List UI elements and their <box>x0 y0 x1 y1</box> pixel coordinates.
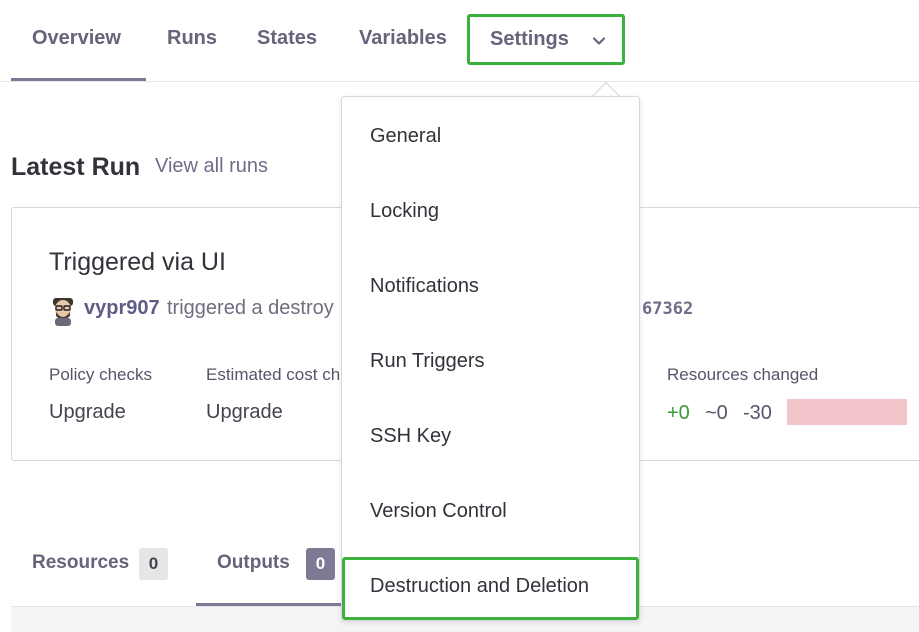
workspace-nav: Overview Runs States Variables Settings <box>0 0 919 82</box>
policy-checks-label: Policy checks <box>49 365 152 384</box>
tab-outputs[interactable]: Outputs <box>217 552 290 574</box>
run-description: triggered a destroy <box>167 297 334 319</box>
tab-variables[interactable]: Variables <box>359 27 447 55</box>
settings-tab-label: Settings <box>490 28 569 50</box>
resources-changed-label: Resources changed <box>667 365 819 384</box>
run-title: Triggered via UI <box>49 248 226 276</box>
tab-settings[interactable]: Settings <box>467 14 625 65</box>
tab-runs[interactable]: Runs <box>167 27 217 55</box>
estimated-cost-value[interactable]: Upgrade <box>206 401 283 424</box>
run-id[interactable]: 67362 <box>642 299 693 319</box>
menu-item-ssh-key[interactable]: SSH Key <box>370 425 451 448</box>
menu-item-run-triggers[interactable]: Run Triggers <box>370 350 485 373</box>
chevron-down-icon <box>591 32 607 48</box>
menu-item-general[interactable]: General <box>370 125 441 148</box>
menu-item-locking[interactable]: Locking <box>370 200 439 223</box>
tab-overview[interactable]: Overview <box>32 27 121 55</box>
resources-count-badge: 0 <box>139 548 168 580</box>
resources-added: +0 <box>667 402 690 424</box>
tab-resources[interactable]: Resources <box>32 552 129 574</box>
policy-checks-value[interactable]: Upgrade <box>49 401 126 424</box>
estimated-cost-label: Estimated cost ch <box>206 365 341 384</box>
menu-item-destruction-and-deletion[interactable]: Destruction and Deletion <box>370 575 589 598</box>
tab-states[interactable]: States <box>257 27 317 55</box>
menu-item-notifications[interactable]: Notifications <box>370 275 479 298</box>
workspace-page: Overview Runs States Variables Settings … <box>0 0 919 632</box>
outputs-count-badge: 0 <box>306 548 335 580</box>
run-user-link[interactable]: vypr907 <box>84 297 160 320</box>
view-all-runs-link[interactable]: View all runs <box>155 155 268 178</box>
resources-destroyed-bar <box>787 399 907 425</box>
resources-changed: ~0 <box>705 402 728 424</box>
active-tab-indicator <box>11 78 146 81</box>
resources-destroyed: -30 <box>743 402 772 424</box>
settings-dropdown-menu: General Locking Notifications Run Trigge… <box>341 96 640 621</box>
latest-run-heading: Latest Run <box>11 153 141 181</box>
avatar <box>50 296 76 326</box>
menu-item-version-control[interactable]: Version Control <box>370 500 507 523</box>
